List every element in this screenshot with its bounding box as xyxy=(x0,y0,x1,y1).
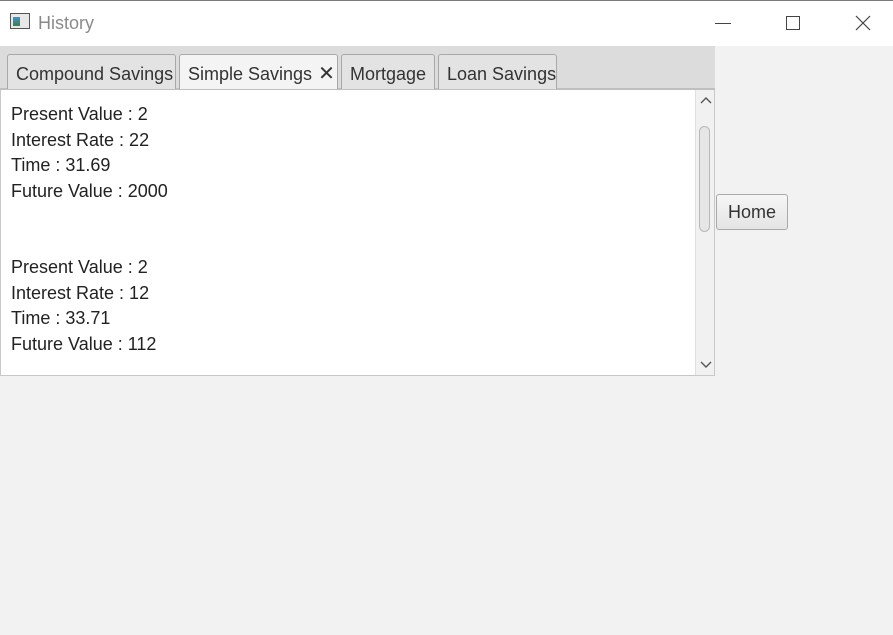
app-icon xyxy=(10,13,30,29)
tab-simple-savings[interactable]: Simple Savings ✕ xyxy=(179,54,338,89)
minimize-button[interactable] xyxy=(700,1,746,45)
present-value-line: Present Value : 2 xyxy=(11,104,148,124)
maximize-button[interactable] xyxy=(770,1,816,45)
close-icon[interactable]: ✕ xyxy=(318,64,335,84)
tab-compound-savings[interactable]: Compound Savings xyxy=(7,54,176,89)
future-value-line: Future Value : 112 xyxy=(11,333,157,354)
time-line: Time : 31.69 xyxy=(11,155,111,175)
title-bar: History xyxy=(0,1,893,46)
tab-label: Compound Savings xyxy=(16,64,174,84)
history-list: Present Value : 2 Interest Rate : 22 Tim… xyxy=(11,102,168,383)
scroll-down-button[interactable] xyxy=(696,357,715,373)
vertical-scrollbar[interactable] xyxy=(695,90,714,375)
tab-label: Simple Savings xyxy=(188,64,313,84)
scroll-up-button[interactable] xyxy=(696,92,715,108)
history-window: History Compound Savings Simple Savings ✕… xyxy=(0,0,893,635)
interest-rate-line: Interest Rate : 12 xyxy=(11,282,150,303)
close-icon xyxy=(855,15,871,31)
tab-label: Mortgage xyxy=(350,64,427,84)
window-title: History xyxy=(38,13,95,33)
chevron-up-icon xyxy=(700,97,711,104)
interest-rate-line: Interest Rate : 22 xyxy=(11,129,150,150)
maximize-icon xyxy=(786,16,800,30)
minimize-icon xyxy=(715,22,731,24)
tab-label: Loan Savings xyxy=(447,64,557,84)
close-window-button[interactable] xyxy=(840,1,886,45)
time-line: Time : 33.71 xyxy=(11,308,111,328)
future-value-line: Future Value : 2000 xyxy=(11,180,168,201)
present-value-line: Present Value : 2 xyxy=(11,257,148,277)
tab-loan-savings[interactable]: Loan Savings xyxy=(438,54,557,89)
history-entry: Present Value : 2 Interest Rate : 12 Tim… xyxy=(11,255,168,357)
scrollbar-thumb[interactable] xyxy=(699,126,710,232)
tab-bar: Compound Savings Simple Savings ✕ Mortgag… xyxy=(0,46,715,90)
history-entry: Present Value : 2 Interest Rate : 22 Tim… xyxy=(11,102,168,230)
chevron-down-icon xyxy=(700,361,711,368)
history-text-area[interactable]: Present Value : 2 Interest Rate : 22 Tim… xyxy=(0,90,715,376)
tab-mortgage[interactable]: Mortgage xyxy=(341,54,435,89)
home-button[interactable]: Home xyxy=(716,194,788,230)
